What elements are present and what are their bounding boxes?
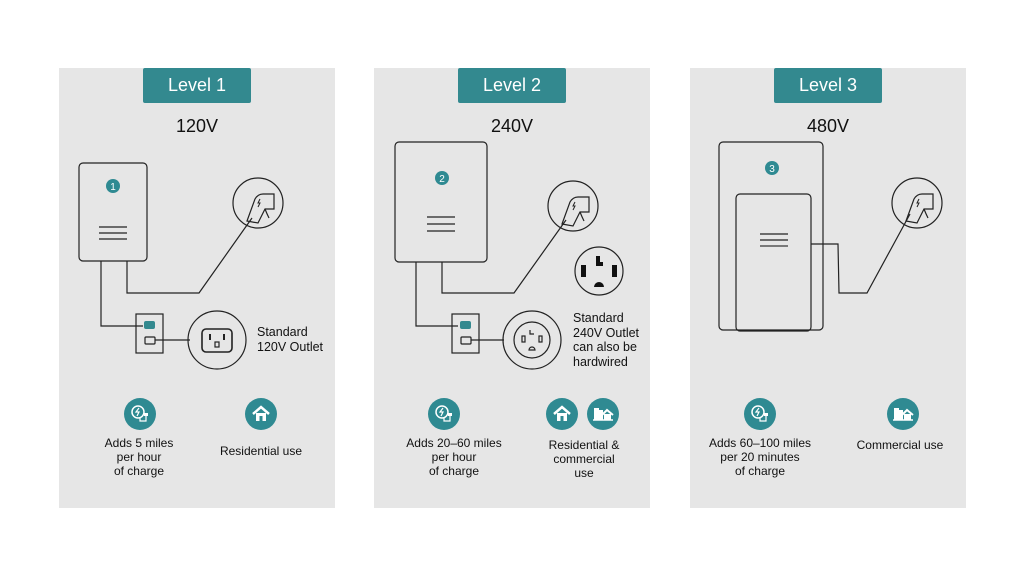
voltage-label: 240V [490, 116, 534, 136]
wall-outlet-box [135, 313, 164, 354]
outlet-label: Standard 120V Outlet [257, 325, 324, 354]
svg-text:2: 2 [439, 174, 445, 185]
charge-rate-text: Adds 60–100 miles per 20 minutes of char… [708, 436, 812, 478]
commercial-building-icon [587, 398, 619, 430]
level-badge: Level 3 [774, 68, 882, 103]
charge-rate-text: Adds 20–60 miles per hour of charge [406, 436, 502, 478]
charger-unit [735, 193, 812, 332]
charge-cable [126, 217, 253, 294]
use-type-text: Residential & commercial use [548, 438, 620, 480]
charger-unit [394, 141, 488, 263]
level-badge: Level 1 [143, 68, 251, 103]
charging-plug-icon [124, 398, 156, 430]
svg-text:3: 3 [769, 164, 775, 175]
outlet-120v-circle [187, 310, 247, 370]
commercial-building-icon [887, 398, 919, 430]
charge-cable [811, 213, 911, 294]
use-type-text: Residential use [219, 444, 303, 458]
use-type-text: Commercial use [856, 438, 944, 452]
svg-text:1: 1 [110, 182, 116, 193]
level-2-panel: 2 Level 2 240V Standard 240V Outlet can … [374, 68, 650, 508]
level-3-panel: 3 Level 3 480V Adds 60–100 miles per 20 … [690, 68, 966, 508]
house-icon [546, 398, 578, 430]
charging-plug-icon [744, 398, 776, 430]
charger-unit [78, 162, 148, 262]
outlet-240v-circle [502, 310, 562, 370]
charging-plug-icon [428, 398, 460, 430]
house-icon [245, 398, 277, 430]
voltage-label: 120V [175, 116, 219, 136]
charge-rate-text: Adds 5 miles per hour of charge [104, 436, 174, 478]
outlet-label: Standard 240V Outlet can also be hardwir… [573, 311, 640, 369]
charge-cable [441, 219, 567, 294]
voltage-label: 480V [806, 116, 850, 136]
level-1-panel: 1 Level 1 120V Standard 120V Outlet Adds… [59, 68, 335, 508]
wall-outlet-box [451, 313, 480, 354]
level-badge: Level 2 [458, 68, 566, 103]
